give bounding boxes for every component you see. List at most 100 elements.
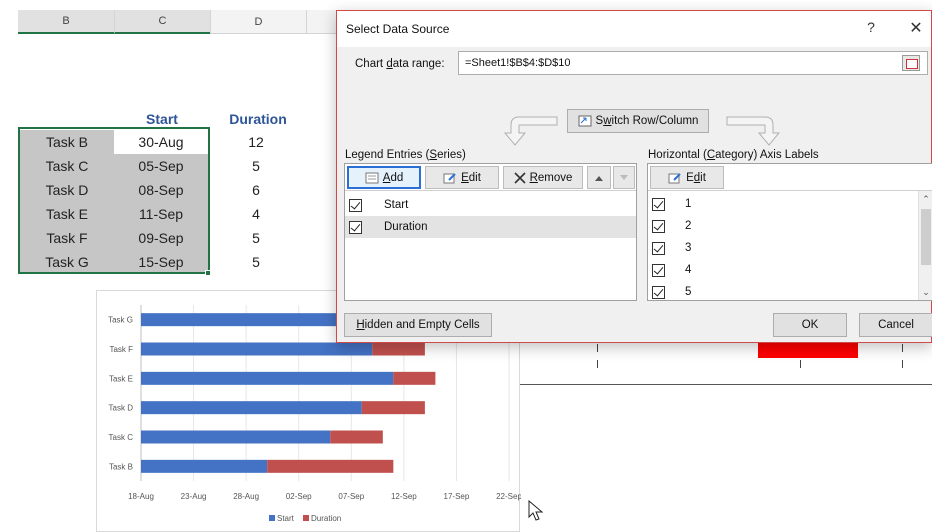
legend-swatch-start [269, 515, 275, 521]
axis-item[interactable]: 3 [648, 237, 918, 259]
header-duration[interactable]: Duration [210, 108, 306, 130]
chart-data-range-input[interactable]: =Sheet1!$B$4:$D$10 [458, 51, 928, 75]
start-bar [141, 459, 268, 473]
switch-label: Switch Row/Column [595, 115, 699, 127]
chart-data-range-label: Chart data range: [355, 58, 445, 70]
cancel-button[interactable]: Cancel [859, 313, 932, 337]
move-down-button[interactable] [613, 166, 635, 189]
axis-checkbox[interactable] [652, 197, 665, 211]
switch-row-column-button[interactable]: Switch Row/Column [567, 109, 709, 133]
column-header-e[interactable] [306, 10, 338, 34]
move-down-icon [620, 174, 628, 180]
close-button[interactable]: ✕ [907, 18, 925, 38]
series-item[interactable]: Start [345, 194, 636, 216]
x-tick-label: 22-Sep [496, 492, 521, 501]
edit-icon [668, 172, 681, 183]
duration-cell[interactable]: 12 [208, 130, 304, 154]
fill-handle[interactable] [205, 270, 211, 276]
legend-entries-list[interactable]: Add Edit Remove Start Duration [344, 163, 637, 301]
left-arrow-icon [503, 116, 558, 146]
legend-swatch-duration [303, 515, 309, 521]
axis-checkbox[interactable] [652, 285, 665, 299]
edit-icon [443, 172, 456, 183]
start-bar [141, 342, 373, 356]
series-checkbox[interactable] [349, 220, 362, 234]
category-label: Task C [109, 433, 134, 442]
scroll-thumb[interactable] [921, 209, 931, 265]
category-label: Task D [109, 404, 134, 413]
collapse-range-icon[interactable] [902, 55, 920, 71]
legend-toolbar: Add Edit Remove [345, 164, 636, 191]
tick-mark [597, 360, 598, 368]
x-tick-label: 28-Aug [233, 492, 259, 501]
series-checkbox[interactable] [349, 198, 362, 212]
column-header-c[interactable]: C [114, 10, 210, 34]
duration-bar [330, 430, 383, 444]
hidden-empty-cells-button[interactable]: Hidden and Empty Cells [344, 313, 492, 337]
edit-label: Edit [461, 171, 481, 184]
duration-bar [372, 342, 425, 356]
duration-cell[interactable]: 4 [208, 202, 304, 226]
duration-cell[interactable]: 6 [208, 178, 304, 202]
axis-checkbox[interactable] [652, 241, 665, 255]
axis-item[interactable]: 2 [648, 215, 918, 237]
help-button[interactable]: ? [863, 19, 879, 35]
duration-cell[interactable]: 5 [208, 226, 304, 250]
edit-axis-button[interactable]: Edit [650, 166, 724, 189]
tick-mark [597, 344, 598, 352]
dialog-titlebar: Select Data Source ? ✕ [337, 11, 931, 47]
axis-checkbox[interactable] [652, 263, 665, 277]
duration-bar [361, 401, 425, 415]
start-bar [141, 430, 331, 444]
duration-cell[interactable]: 5 [208, 250, 304, 274]
switch-icon [578, 115, 592, 127]
axis-item[interactable]: 1 [648, 193, 918, 215]
move-up-icon [595, 175, 603, 181]
move-up-button[interactable] [587, 166, 611, 189]
add-series-button[interactable]: Add [347, 166, 421, 189]
remove-label: Remove [529, 171, 573, 184]
legend-label-start: Start [277, 514, 295, 523]
series-label: Start [384, 199, 409, 211]
axis-item-label: 2 [685, 220, 692, 232]
red-bar-fragment [758, 342, 858, 358]
selection-range [18, 127, 210, 274]
x-tick-label: 07-Sep [338, 492, 364, 501]
scroll-up-icon[interactable]: ⌃ [921, 193, 931, 205]
right-arrow-icon [726, 116, 781, 146]
ok-button[interactable]: OK [773, 313, 847, 337]
axis-checkbox[interactable] [652, 219, 665, 233]
duration-bar [267, 459, 394, 473]
edit-series-button[interactable]: Edit [425, 166, 499, 189]
axis-line-fragment [520, 384, 932, 385]
category-label: Task B [109, 462, 133, 471]
remove-icon [514, 171, 526, 184]
duration-cell[interactable]: 5 [208, 154, 304, 178]
start-bar [141, 371, 394, 385]
axis-item-label: 3 [685, 242, 692, 254]
start-bar [141, 401, 362, 415]
x-tick-label: 12-Sep [391, 492, 417, 501]
category-label: Task F [109, 345, 133, 354]
series-label: Duration [384, 221, 428, 233]
add-icon [365, 172, 379, 183]
axis-item[interactable]: 4 [648, 259, 918, 281]
category-label: Task G [108, 316, 133, 325]
column-header-b[interactable]: B [18, 10, 114, 34]
x-tick-label: 17-Sep [444, 492, 470, 501]
series-item[interactable]: Duration [345, 216, 636, 238]
x-tick-label: 18-Aug [128, 492, 154, 501]
duration-bar [393, 371, 436, 385]
axis-labels-list[interactable]: Edit 1 2 3 4 5 ⌃ ⌄ [647, 163, 932, 301]
column-header-d[interactable]: D [210, 10, 306, 34]
axis-item-label: 4 [685, 264, 692, 276]
axis-scrollbar[interactable]: ⌃ ⌄ [918, 191, 932, 300]
tick-mark [902, 360, 903, 368]
remove-series-button[interactable]: Remove [503, 166, 583, 189]
axis-item[interactable]: 5 [648, 281, 918, 303]
axis-labels-label: Horizontal (Category) Axis Labels [648, 149, 819, 161]
add-label: Add [382, 171, 404, 184]
legend-entries-label: Legend Entries (Series) [345, 149, 466, 161]
scroll-down-icon[interactable]: ⌄ [921, 286, 931, 298]
tick-mark [902, 344, 903, 352]
